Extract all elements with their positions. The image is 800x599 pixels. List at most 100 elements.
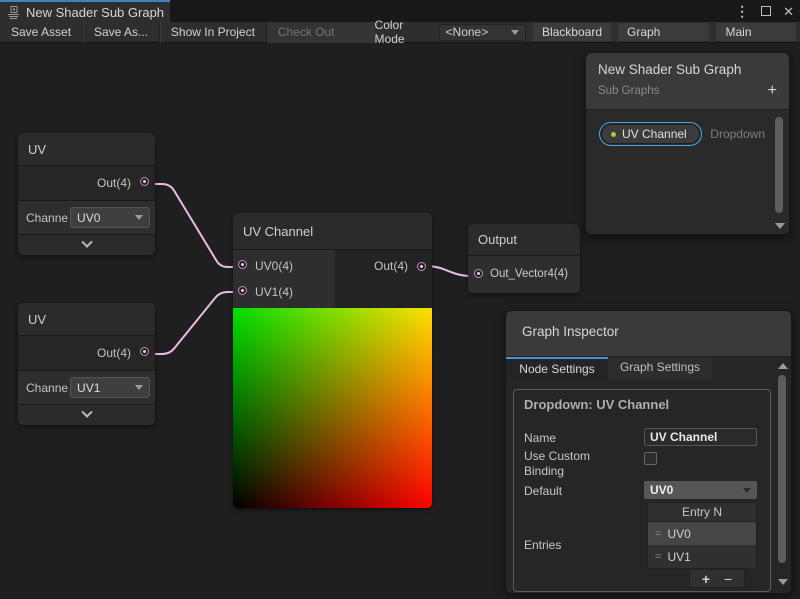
main-preview-toggle-button[interactable]: Main Preview xyxy=(716,23,796,41)
shader-graph-toolbar: Save Asset Save As... Show In Project Ch… xyxy=(0,22,800,43)
check-out-button: Check Out xyxy=(267,22,375,43)
tab-node-settings[interactable]: Node Settings xyxy=(506,357,608,379)
scrollbar-thumb[interactable] xyxy=(778,375,786,563)
port-label: Out(4) xyxy=(374,253,408,279)
window-menu-icon[interactable]: ⋮ xyxy=(735,4,749,18)
close-icon[interactable]: ✕ xyxy=(783,5,794,18)
entry-row-uv0[interactable]: = UV0 xyxy=(648,522,756,545)
chevron-down-icon xyxy=(743,488,751,493)
channel-label: Channe xyxy=(26,211,68,225)
node-uv-top[interactable]: UV Out(4) Channe UV0 xyxy=(18,133,155,255)
graph-inspector-toggle-button[interactable]: Graph Inspector xyxy=(618,23,709,41)
output-ports-column: Out(4) xyxy=(335,250,432,308)
blackboard-panel[interactable]: New Shader Sub Graph Sub Graphs + UV Cha… xyxy=(585,52,790,235)
graph-canvas[interactable]: UV Out(4) Channe UV0 UV Out(4) Channe UV… xyxy=(0,43,800,599)
input-port-uv1[interactable] xyxy=(238,286,247,295)
channel-dropdown[interactable]: UV0 xyxy=(70,207,150,228)
property-pill-uv-channel[interactable]: UV Channel xyxy=(601,124,700,144)
port-label: Out(4) xyxy=(97,336,131,371)
name-input[interactable] xyxy=(644,428,757,446)
port-label: UV1(4) xyxy=(255,285,293,299)
entries-list-header: Entry N xyxy=(648,503,756,522)
channel-dropdown[interactable]: UV1 xyxy=(70,377,150,398)
collapse-preview-button[interactable] xyxy=(18,405,155,425)
channel-row: Channe UV0 xyxy=(18,201,155,235)
input-port-row: UV1(4) xyxy=(233,279,335,305)
blackboard-toggle-button[interactable]: Blackboard xyxy=(533,23,611,41)
maximize-icon[interactable] xyxy=(761,6,771,16)
port-label: Out(4) xyxy=(97,166,131,201)
node-output[interactable]: Output Out_Vector4(4) xyxy=(468,224,580,293)
input-port[interactable] xyxy=(474,269,483,278)
entry-value: UV0 xyxy=(667,527,690,541)
scroll-up-icon[interactable] xyxy=(778,363,788,369)
node-uv-channel[interactable]: UV Channel UV0(4) UV1(4) Out(4) xyxy=(233,213,432,508)
name-label: Name xyxy=(524,431,556,445)
blackboard-title: New Shader Sub Graph xyxy=(598,62,777,77)
edge-uvbottom-to-uv1[interactable] xyxy=(149,292,236,354)
output-port-row: Out(4) xyxy=(18,166,155,201)
port-label: UV0(4) xyxy=(255,259,293,273)
scrollbar-thumb[interactable] xyxy=(775,117,783,213)
scroll-down-icon[interactable] xyxy=(778,579,788,585)
input-port-uv0[interactable] xyxy=(238,260,247,269)
drag-handle-icon[interactable]: = xyxy=(655,528,660,540)
chevron-down-icon xyxy=(135,215,143,220)
entry-value: UV1 xyxy=(667,550,690,564)
edge-uvtop-to-uv0[interactable] xyxy=(149,184,236,267)
add-entry-button[interactable]: + xyxy=(702,572,710,586)
graph-inspector-panel[interactable]: Graph Inspector Node Settings Graph Sett… xyxy=(505,310,792,594)
default-label: Default xyxy=(524,484,562,498)
toolbar-right-group: Color Mode <None> Blackboard Graph Inspe… xyxy=(375,18,800,46)
channel-value: UV1 xyxy=(77,381,100,395)
inspector-scrollbar[interactable] xyxy=(777,361,788,589)
subgraph-asset-icon xyxy=(7,6,20,19)
chevron-down-icon xyxy=(511,30,519,35)
output-port-row: Out(4) xyxy=(18,336,155,371)
output-port[interactable] xyxy=(140,347,149,356)
tab-new-shader-sub-graph[interactable]: New Shader Sub Graph xyxy=(0,0,170,22)
chevron-down-icon xyxy=(135,385,143,390)
entry-row-uv1[interactable]: = UV1 xyxy=(648,545,756,568)
remove-entry-button[interactable]: − xyxy=(724,572,732,586)
property-name: UV Channel xyxy=(622,127,687,141)
save-as-button[interactable]: Save As... xyxy=(83,22,159,43)
port-label: Out_Vector4(4) xyxy=(490,256,568,293)
edge-uvchannel-to-output[interactable] xyxy=(426,266,472,276)
channel-value: UV0 xyxy=(77,211,100,225)
color-mode-value: <None> xyxy=(446,25,489,39)
use-custom-binding-label: Use Custom Binding xyxy=(524,449,632,479)
channel-row: Channe UV1 xyxy=(18,371,155,405)
section-title: Dropdown: UV Channel xyxy=(524,397,669,412)
node-preview-uv-gradient xyxy=(233,308,432,508)
node-uv-bottom[interactable]: UV Out(4) Channe UV1 xyxy=(18,303,155,425)
node-title: UV xyxy=(18,303,155,336)
blackboard-scrollbar[interactable] xyxy=(774,115,785,231)
node-title: UV Channel xyxy=(233,213,432,250)
tab-graph-settings[interactable]: Graph Settings xyxy=(608,357,712,379)
input-ports-column: UV0(4) UV1(4) xyxy=(233,250,335,308)
blackboard-subtitle: Sub Graphs xyxy=(598,85,659,97)
scroll-down-icon[interactable] xyxy=(775,223,785,229)
channel-label: Channe xyxy=(26,381,68,395)
default-dropdown[interactable]: UV0 xyxy=(644,481,757,499)
drag-handle-icon[interactable]: = xyxy=(655,551,660,563)
tab-title: New Shader Sub Graph xyxy=(26,5,164,20)
inspector-tabs: Node Settings Graph Settings xyxy=(506,357,791,379)
color-mode-dropdown[interactable]: <None> xyxy=(439,24,526,41)
inspector-header: Graph Inspector xyxy=(506,311,791,357)
show-in-project-button[interactable]: Show In Project xyxy=(160,22,266,43)
use-custom-binding-checkbox[interactable] xyxy=(644,452,657,465)
output-port[interactable] xyxy=(417,262,426,271)
chevron-down-icon xyxy=(81,237,92,248)
collapse-preview-button[interactable] xyxy=(18,235,155,255)
selected-property-outline: UV Channel xyxy=(599,122,702,146)
output-port[interactable] xyxy=(140,177,149,186)
input-port-row: UV0(4) xyxy=(233,253,335,279)
blackboard-item-row: UV Channel Dropdown xyxy=(599,122,765,146)
property-type-label: Dropdown xyxy=(710,127,765,141)
exposed-dot-icon xyxy=(611,132,616,137)
entries-list-footer: + − xyxy=(689,570,745,588)
add-property-button[interactable]: + xyxy=(768,83,777,99)
save-asset-button[interactable]: Save Asset xyxy=(0,22,82,43)
